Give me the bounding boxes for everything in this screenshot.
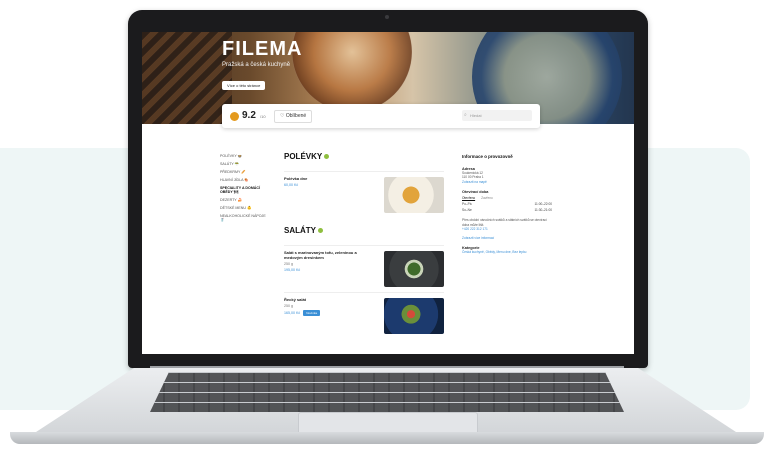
laptop-screen: FILEMA Pražská a česká kuchyně Více o té… [142, 32, 634, 354]
sidebar-item[interactable]: DĚTSKÉ MENU 👶 [220, 206, 270, 210]
sidebar-item[interactable]: HLAVNÍ JÍDLA 🍖 [220, 178, 270, 182]
menu-list: POLÉVKY Polévka dne 60,00 Kč SALÁTY Salát s … [284, 152, 444, 339]
menu-item-name: Řecký salát [284, 297, 307, 302]
hours-tabs: Otevřeno Zavřeno [462, 196, 552, 200]
hours-row: So–Ne 11:30–21:00 [462, 208, 552, 212]
directions-link[interactable]: Zobrazit na mapě [462, 180, 552, 184]
info-panel: Informace o provozovně Adresa Soukenická… [462, 154, 552, 255]
new-badge: Novinka [303, 310, 321, 317]
hours-tab-open[interactable]: Otevřeno [462, 196, 475, 200]
hero-food-image [142, 32, 232, 124]
menu-item-name: Salát s marinovaným tofu, zeleninou a me… [284, 250, 357, 261]
sidebar-item[interactable]: POLÉVKY 🍲 [220, 154, 270, 158]
section-icon [318, 228, 323, 234]
menu-item-price-value: 60,00 Kč [284, 183, 299, 188]
hours-note: Přes období vánočních svátků a státních … [462, 218, 547, 227]
menu-item-name: Polévka dne [284, 176, 308, 181]
section-title: SALÁTY [284, 226, 444, 235]
section-title: POLÉVKY [284, 152, 444, 161]
hours-tab-closed[interactable]: Zavřeno [481, 196, 493, 200]
hours-day: So–Ne [462, 208, 472, 213]
sidebar-item[interactable]: SPECIALITY A DOMÁCÍ OBĚDY 🍽 [220, 186, 270, 195]
favorite-label: Oblíbené [285, 113, 307, 119]
rating-suffix: /10 [260, 114, 266, 119]
category-sidebar: POLÉVKY 🍲 SALÁTY 🥗 PŘEDKRMY 🥖 HLAVNÍ JÍDLA … [220, 154, 270, 226]
hours-time: 11:30–21:00 [534, 208, 553, 213]
hours-heading: Otevírací doba [462, 190, 489, 195]
sidebar-item[interactable]: NEALKOHOLICKÉ NÁPOJE 🥤 [220, 214, 270, 223]
menu-item[interactable]: Salát s marinovaným tofu, zeleninou a me… [284, 245, 444, 292]
menu-item[interactable]: Polévka dne 60,00 Kč [284, 171, 444, 218]
laptop-lid: FILEMA Pražská a česká kuchyně Více o té… [128, 10, 648, 368]
menu-item[interactable]: Řecký salát 250 g 165,00 Kč Novinka [284, 292, 444, 339]
section-title-text: POLÉVKY [284, 152, 323, 161]
search-icon: ⌕ [464, 112, 467, 118]
hours-day: Po–Pá [462, 202, 472, 207]
more-info-link[interactable]: Zobrazit více informací [462, 236, 552, 240]
favorite-button[interactable]: ♡ Oblíbené [274, 110, 313, 123]
rating-value: 9.2 [242, 110, 256, 121]
menu-item-price-value: 165,00 Kč [284, 311, 301, 316]
menu-item-photo[interactable] [384, 251, 444, 287]
restaurant-toolbar: 9.2 /10 ♡ Oblíbené ⌕ Hledat [222, 104, 540, 128]
section-icon [324, 154, 330, 160]
laptop-front-edge [10, 432, 764, 444]
rating-icon [230, 112, 239, 121]
camera-icon [385, 15, 389, 19]
menu-item-photo[interactable] [384, 298, 444, 334]
hours-time: 11:00–22:00 [534, 202, 553, 207]
sidebar-item[interactable]: SALÁTY 🥗 [220, 162, 270, 166]
info-title: Informace o provozovně [462, 154, 513, 159]
phone-link[interactable]: +420 222 312 171 [462, 227, 552, 231]
hero-info-button[interactable]: Více o této stránce [222, 81, 266, 90]
category-links[interactable]: Česká kuchyně, Obědy, Menu dne, Bez lepk… [462, 250, 552, 254]
section-title-text: SALÁTY [284, 226, 316, 235]
sidebar-item[interactable]: PŘEDKRMY 🥖 [220, 170, 270, 174]
sidebar-item[interactable]: DEZERTY 🍰 [220, 198, 270, 202]
hero-dish-image [292, 32, 412, 112]
brand-logo: FILEMA [222, 38, 303, 60]
search-input[interactable]: ⌕ Hledat [462, 110, 532, 121]
menu-item-price-value: 195,00 Kč [284, 268, 301, 273]
menu-item-photo[interactable] [384, 177, 444, 213]
keyboard-rows [150, 372, 624, 412]
search-placeholder: Hledat [470, 113, 482, 118]
brand-tagline: Pražská a česká kuchyně [222, 62, 291, 68]
hours-row: Po–Pá 11:00–22:00 [462, 202, 552, 206]
